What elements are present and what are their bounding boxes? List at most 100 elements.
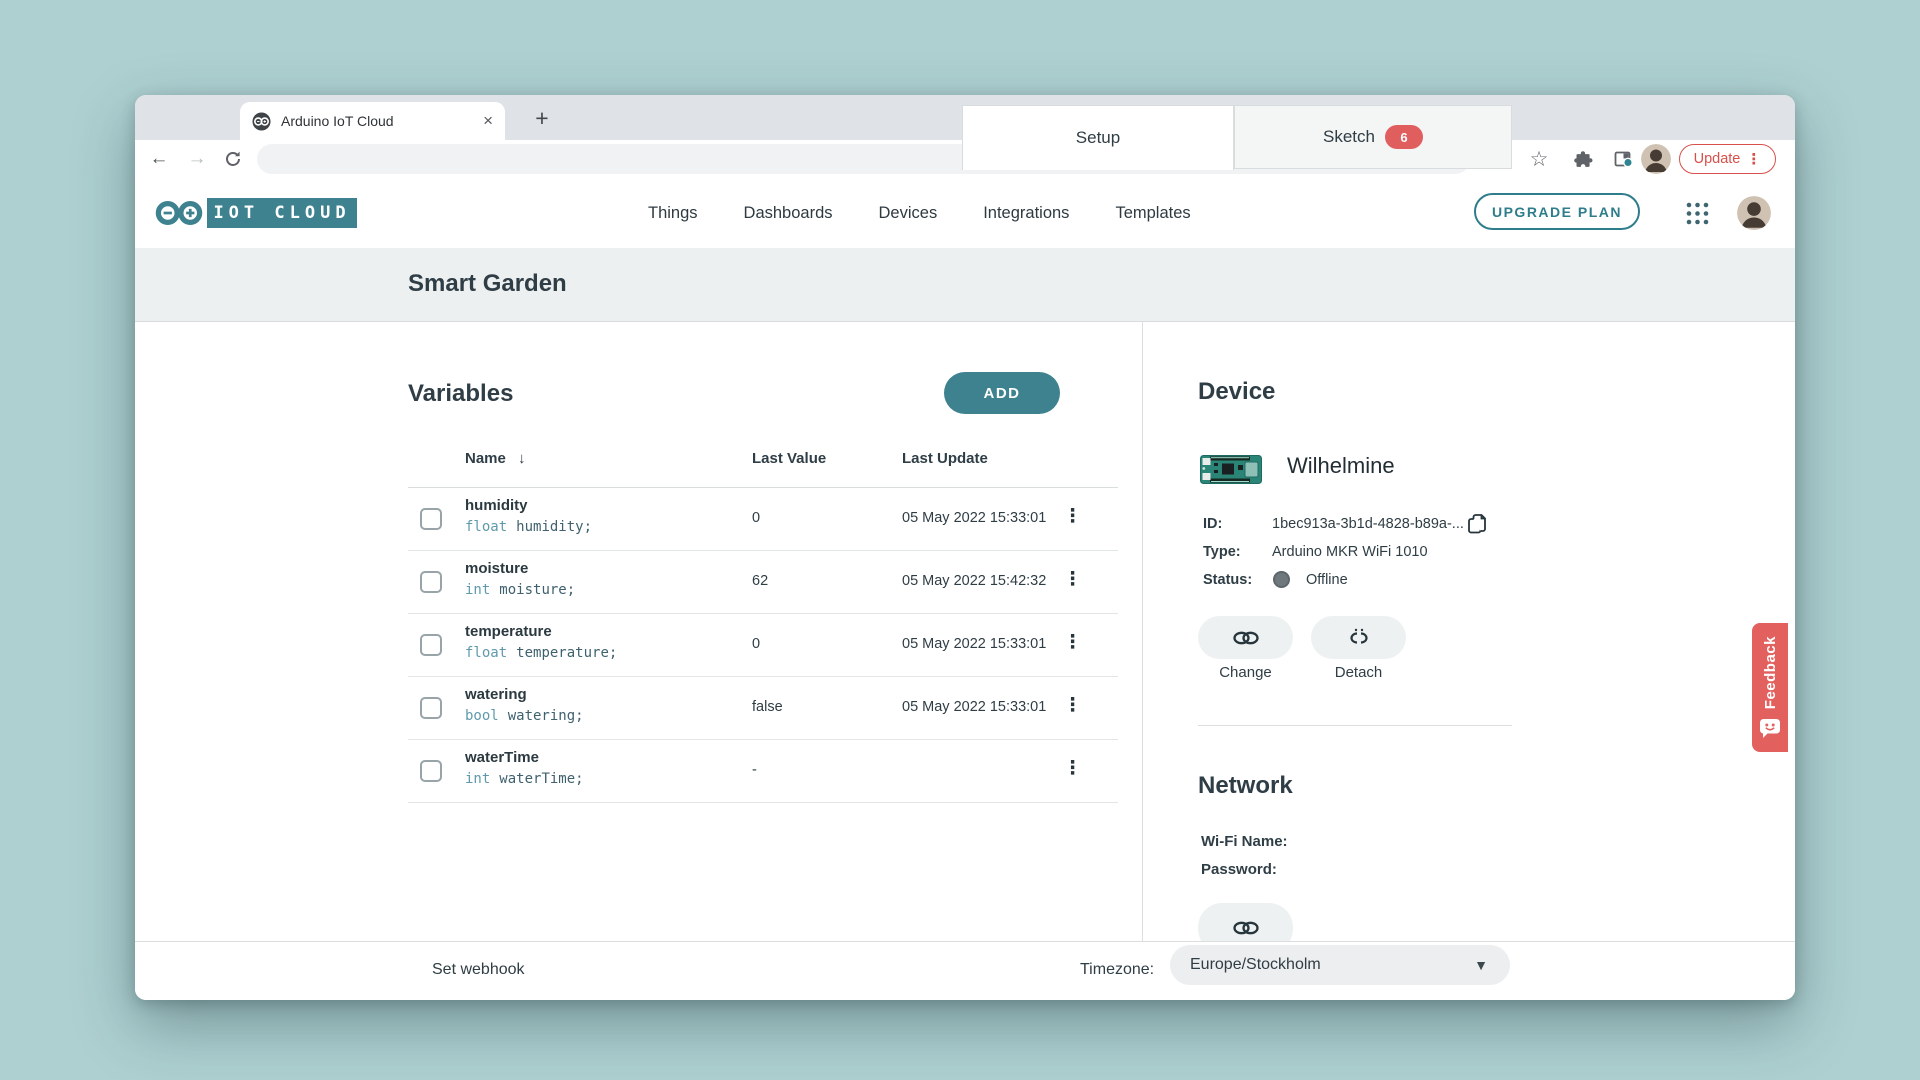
detach-device-button[interactable] xyxy=(1311,616,1406,659)
upgrade-plan-button[interactable]: UPGRADE PLAN xyxy=(1474,193,1640,230)
variable-last-update: 05 May 2022 15:42:32 xyxy=(902,573,1046,589)
thing-title: Smart Garden xyxy=(408,270,567,298)
device-id-value: 1bec913a-3b1d-4828-b89a-... xyxy=(1272,516,1464,532)
feedback-smiley-icon xyxy=(1759,718,1781,739)
section-divider xyxy=(1198,725,1512,726)
iot-cloud-logo[interactable]: IOT CLOUD xyxy=(207,198,357,228)
variable-last-value: - xyxy=(752,762,757,778)
network-heading: Network xyxy=(1198,772,1293,800)
sort-desc-icon[interactable]: ↓ xyxy=(518,450,526,467)
device-type-label: Type: xyxy=(1203,544,1241,560)
row-checkbox[interactable] xyxy=(420,571,442,593)
variable-declaration: intwaterTime; xyxy=(465,771,584,787)
variable-declaration: boolwatering; xyxy=(465,708,584,724)
dropdown-caret-icon: ▼ xyxy=(1474,957,1488,973)
variable-last-update: 05 May 2022 15:33:01 xyxy=(902,636,1046,652)
add-variable-button[interactable]: ADD xyxy=(944,372,1060,414)
variable-row: moisture intmoisture; 62 05 May 2022 15:… xyxy=(408,550,1118,614)
extensions-puzzle-icon[interactable] xyxy=(1573,149,1593,174)
tab-setup-label: Setup xyxy=(1076,128,1120,148)
set-webhook-link[interactable]: Set webhook xyxy=(432,961,525,979)
browser-window: Arduino IoT Cloud × + ← → ☆ xyxy=(135,95,1795,1000)
nav-integrations[interactable]: Integrations xyxy=(983,204,1069,223)
link-icon xyxy=(1232,919,1260,937)
tab-close-icon[interactable]: × xyxy=(483,111,493,131)
tab-sketch-label: Sketch xyxy=(1323,127,1375,147)
row-menu-icon[interactable]: ⋮ xyxy=(1063,632,1082,655)
update-label: Update xyxy=(1694,151,1741,167)
change-label: Change xyxy=(1198,664,1293,681)
reload-icon[interactable] xyxy=(223,149,243,174)
setup-panel: Variables ADD Name ↓ Last Value Last Upd… xyxy=(135,322,1795,941)
detach-label: Detach xyxy=(1311,664,1406,681)
nav-devices[interactable]: Devices xyxy=(879,204,938,223)
row-menu-icon[interactable]: ⋮ xyxy=(1063,506,1082,529)
variable-last-update: 05 May 2022 15:33:01 xyxy=(902,699,1046,715)
nav-things[interactable]: Things xyxy=(648,204,698,223)
nav-templates[interactable]: Templates xyxy=(1115,204,1190,223)
variable-name[interactable]: waterTime xyxy=(465,749,539,766)
device-type-value: Arduino MKR WiFi 1010 xyxy=(1272,544,1428,560)
feedback-tab[interactable]: Feedback xyxy=(1752,623,1788,752)
variable-name[interactable]: watering xyxy=(465,686,527,703)
row-menu-icon[interactable]: ⋮ xyxy=(1063,569,1082,592)
variable-row: humidity floathumidity; 0 05 May 2022 15… xyxy=(408,487,1118,551)
row-checkbox[interactable] xyxy=(420,508,442,530)
variables-heading: Variables xyxy=(408,380,513,408)
variable-name[interactable]: humidity xyxy=(465,497,528,514)
device-board-image xyxy=(1200,455,1262,489)
row-menu-icon[interactable]: ⋮ xyxy=(1063,695,1082,718)
side-panel-icon[interactable] xyxy=(1613,149,1634,174)
bookmark-star-icon[interactable]: ☆ xyxy=(1525,140,1553,178)
back-icon[interactable]: ← xyxy=(145,140,173,178)
arduino-logo-icon xyxy=(155,197,203,234)
user-avatar[interactable] xyxy=(1737,196,1771,230)
variable-row: waterTime intwaterTime; - ⋮ xyxy=(408,739,1118,803)
forward-icon[interactable]: → xyxy=(183,140,211,178)
timezone-select[interactable]: Europe/Stockholm ▼ xyxy=(1170,945,1510,985)
link-icon xyxy=(1232,629,1260,647)
configure-network-button[interactable] xyxy=(1198,903,1293,941)
copy-icon[interactable] xyxy=(1466,512,1488,541)
browser-tab[interactable]: Arduino IoT Cloud × xyxy=(240,102,505,140)
variable-declaration: intmoisture; xyxy=(465,582,575,598)
variable-last-value: 0 xyxy=(752,510,760,526)
column-last-value: Last Value xyxy=(752,450,826,467)
apps-grid-icon[interactable] xyxy=(1685,201,1710,231)
row-menu-icon[interactable]: ⋮ xyxy=(1063,758,1082,781)
variable-declaration: floathumidity; xyxy=(465,519,592,535)
variable-row: watering boolwatering; false 05 May 2022… xyxy=(408,676,1118,740)
timezone-value: Europe/Stockholm xyxy=(1190,956,1474,974)
variable-name[interactable]: temperature xyxy=(465,623,552,640)
variable-last-value: 0 xyxy=(752,636,760,652)
main-nav: Things Dashboards Devices Integrations T… xyxy=(648,178,1191,248)
row-checkbox[interactable] xyxy=(420,697,442,719)
tab-title: Arduino IoT Cloud xyxy=(281,113,483,129)
browser-menu-icon[interactable]: ⋮ xyxy=(1746,150,1761,168)
row-checkbox[interactable] xyxy=(420,634,442,656)
desktop: Arduino IoT Cloud × + ← → ☆ xyxy=(0,0,1920,1080)
nav-dashboards[interactable]: Dashboards xyxy=(744,204,833,223)
variable-name[interactable]: moisture xyxy=(465,560,528,577)
variable-declaration: floattemperature; xyxy=(465,645,617,661)
new-tab-button[interactable]: + xyxy=(527,103,557,133)
feedback-label: Feedback xyxy=(1762,636,1779,709)
wifi-name-label: Wi-Fi Name: xyxy=(1201,833,1288,850)
tab-setup[interactable]: Setup xyxy=(962,105,1234,170)
broken-link-icon xyxy=(1345,628,1373,648)
app-header: IOT CLOUD Things Dashboards Devices Inte… xyxy=(135,178,1795,248)
arduino-favicon-icon xyxy=(252,112,271,131)
password-label: Password: xyxy=(1201,861,1277,878)
column-name[interactable]: Name ↓ xyxy=(465,450,526,467)
sketch-badge: 6 xyxy=(1385,125,1423,149)
change-device-button[interactable] xyxy=(1198,616,1293,659)
row-checkbox[interactable] xyxy=(420,760,442,782)
thing-header: Smart Garden xyxy=(135,248,1795,322)
device-name: Wilhelmine xyxy=(1287,453,1395,479)
update-button[interactable]: Update ⋮ xyxy=(1679,144,1776,174)
tab-sketch[interactable]: Sketch 6 xyxy=(1234,105,1512,169)
variable-row: temperature floattemperature; 0 05 May 2… xyxy=(408,613,1118,677)
variables-table-header: Name ↓ Last Value Last Update xyxy=(408,450,1118,488)
browser-profile-avatar[interactable] xyxy=(1641,144,1671,174)
variable-last-value: false xyxy=(752,699,783,715)
